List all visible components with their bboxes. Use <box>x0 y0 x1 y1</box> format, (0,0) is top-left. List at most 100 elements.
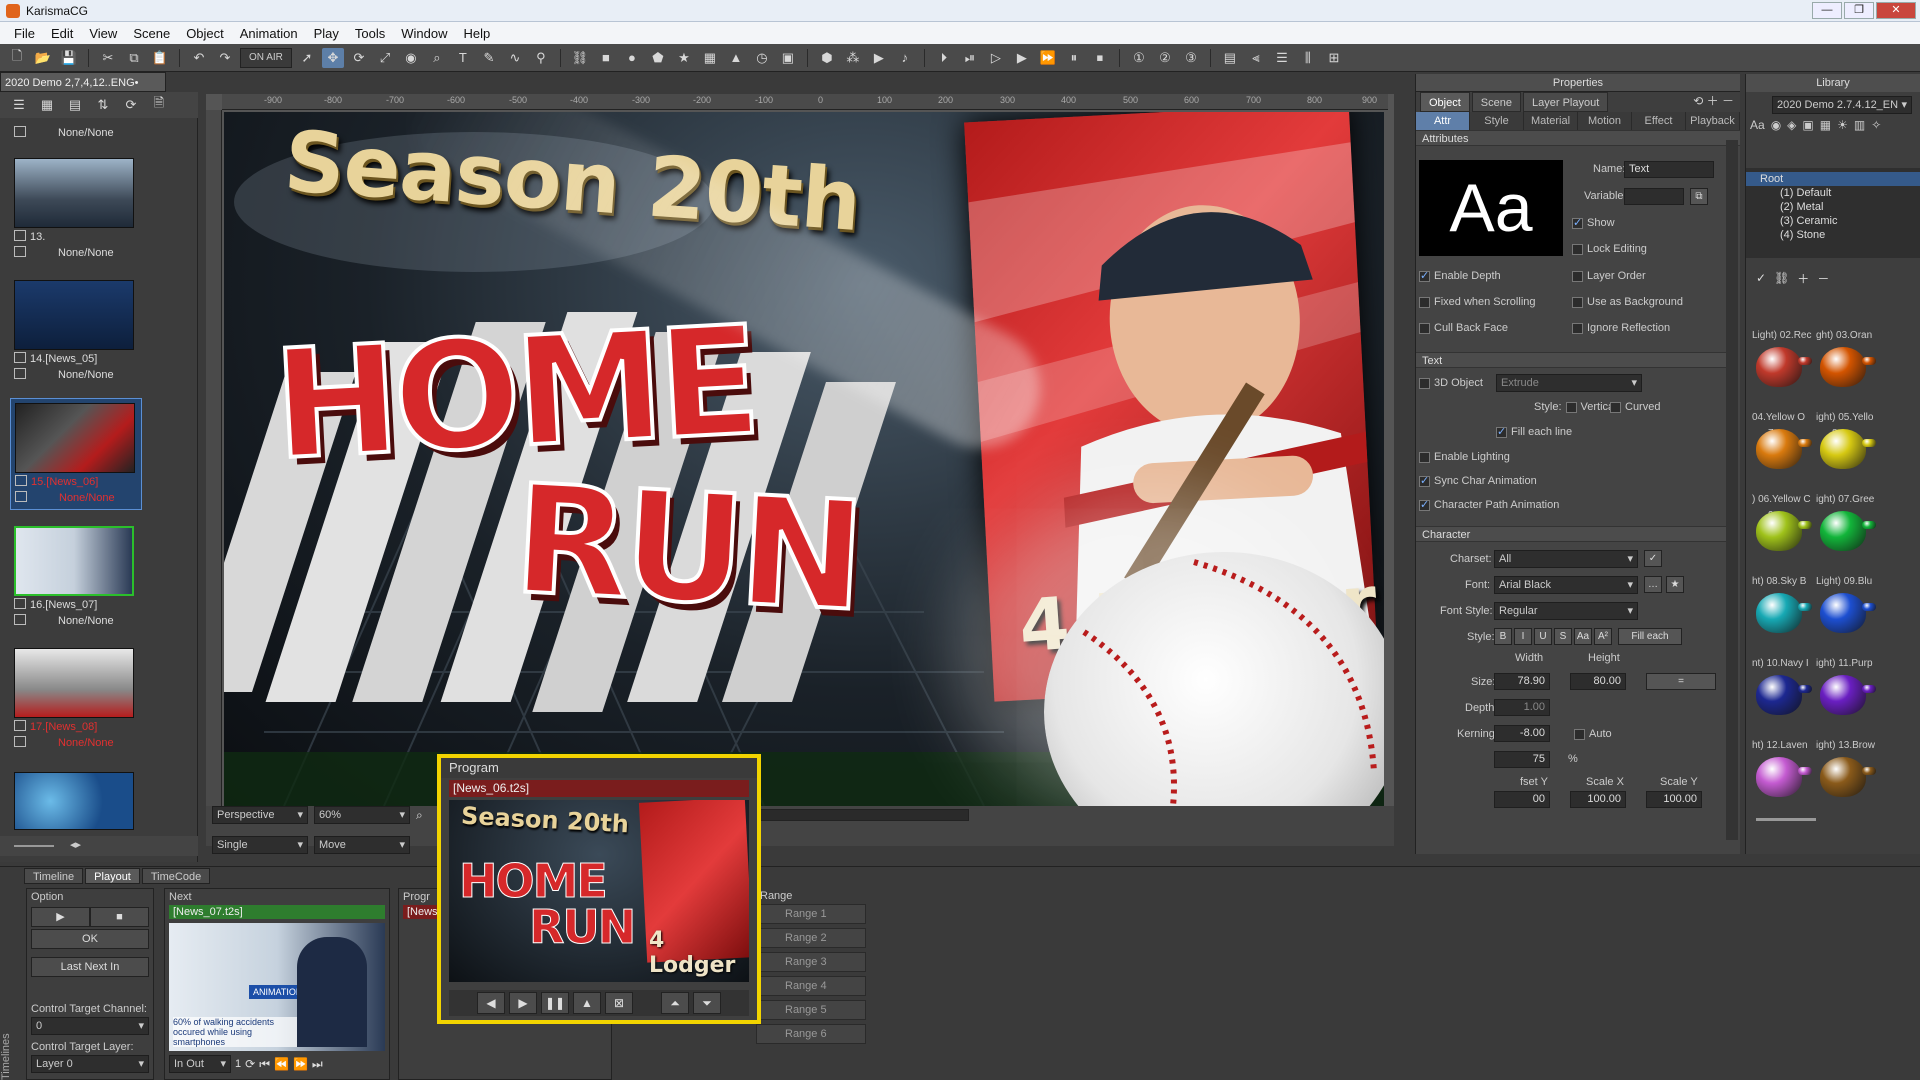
subtab-motion[interactable]: Motion <box>1578 112 1632 130</box>
extrude-select[interactable]: Extrude ▾ <box>1496 374 1642 392</box>
use-background-checkbox[interactable] <box>1572 296 1583 308</box>
vertical-checkbox[interactable] <box>1565 401 1577 413</box>
pause-icon[interactable]: ⏸ <box>1063 48 1085 68</box>
charset-select[interactable]: All ▾ <box>1494 550 1638 568</box>
rewind-icon[interactable]: ⏪ <box>274 1057 289 1071</box>
tab-object[interactable]: Object <box>1420 92 1470 112</box>
channel-1-icon[interactable]: ① <box>1128 48 1150 68</box>
cull-back-checkbox[interactable] <box>1419 322 1430 334</box>
tab-scene[interactable]: Scene <box>1471 92 1521 112</box>
undo-icon[interactable]: ↶ <box>188 48 210 68</box>
last-icon[interactable]: ⏭ <box>312 1057 323 1072</box>
film-icon[interactable]: ▣ <box>777 48 799 68</box>
layer-order-checkbox[interactable] <box>1572 270 1583 282</box>
scene-item[interactable] <box>14 772 134 830</box>
preview-play-icon[interactable]: ▷ <box>985 48 1007 68</box>
favorite-star-icon[interactable]: ★ <box>1666 576 1684 593</box>
play-icon[interactable]: ▶ <box>1011 48 1033 68</box>
material-swatch[interactable]: ight) 05.Yello8 <box>1816 412 1876 490</box>
effect-lib-icon[interactable]: ✧ <box>1871 118 1881 168</box>
play-button[interactable]: ▶ <box>31 907 90 927</box>
table-lib-icon[interactable]: ▦ <box>1820 118 1831 168</box>
kerning-field[interactable]: -8.00 <box>1494 725 1550 742</box>
forward-icon[interactable]: ⏩ <box>293 1057 308 1071</box>
list-view-icon[interactable]: ☰ <box>8 95 30 115</box>
range-6-button[interactable]: Range 6 <box>756 1024 866 1044</box>
enable-depth-checkbox[interactable] <box>1419 269 1430 282</box>
projection-select[interactable]: Perspective ▾ <box>212 806 308 824</box>
run-text[interactable]: RUN <box>508 451 865 647</box>
material-swatch[interactable]: Light) 02.Rec <box>1752 330 1812 408</box>
text-tool-icon[interactable]: T <box>452 48 474 68</box>
subtab-style[interactable]: Style <box>1470 112 1524 130</box>
menu-edit[interactable]: Edit <box>43 26 81 41</box>
panel-actions-icon[interactable]: ⟲ ＋ － <box>1693 92 1740 112</box>
tree-item-default[interactable]: (1) Default <box>1746 186 1920 200</box>
play-all-icon[interactable]: ⏩ <box>1037 48 1059 68</box>
control-target-layer-select[interactable]: Layer 0 ▾ <box>31 1055 149 1073</box>
scene-item[interactable]: 16.[News_07] None/None <box>14 526 134 628</box>
star-icon[interactable]: ★ <box>673 48 695 68</box>
polygon-icon[interactable]: ⬟ <box>647 48 669 68</box>
sort-icon[interactable]: ⇅ <box>92 95 114 115</box>
previous-icon[interactable]: ◀ <box>477 992 505 1014</box>
range-1-button[interactable]: Range 1 <box>756 904 866 924</box>
grid-view-icon[interactable]: ▦ <box>36 95 58 115</box>
range-5-button[interactable]: Range 5 <box>756 1000 866 1020</box>
font-browse-icon[interactable]: … <box>1644 576 1662 593</box>
zoom-icon[interactable]: ⌕ <box>426 48 448 68</box>
bold-button[interactable]: B <box>1494 628 1512 645</box>
variable-picker-icon[interactable]: ⧉ <box>1690 188 1708 205</box>
scene-viewport[interactable]: Season 20th HOME RUN 4 Lodger <box>224 112 1384 806</box>
zoom-icon[interactable]: ⌕ <box>416 808 423 823</box>
material-swatch[interactable]: ) 06.Yellow C9 <box>1752 494 1812 572</box>
play-icon[interactable]: ▶ <box>509 992 537 1014</box>
menu-animation[interactable]: Animation <box>232 26 306 41</box>
copy-icon[interactable]: ⧉ <box>123 48 145 68</box>
scene-item[interactable]: 14.[News_05] None/None <box>14 280 134 382</box>
channel-2-icon[interactable]: ② <box>1154 48 1176 68</box>
chart-lib-icon[interactable]: ▥ <box>1854 118 1865 168</box>
thumbnail-size-slider[interactable] <box>1756 818 1816 821</box>
image-lib-icon[interactable]: ▣ <box>1802 118 1813 168</box>
on-air-button[interactable]: ON AIR <box>240 47 292 68</box>
circle-icon[interactable]: ● <box>621 48 643 68</box>
take-in-icon[interactable]: ▲ <box>573 992 601 1014</box>
rectangle-icon[interactable]: ■ <box>595 48 617 68</box>
scale-x-field[interactable]: 100.00 <box>1570 791 1626 808</box>
tree-item-metal[interactable]: (2) Metal <box>1746 200 1920 214</box>
variable-field[interactable] <box>1624 188 1684 205</box>
case-button[interactable]: Aa <box>1574 628 1592 645</box>
align-icon[interactable]: ▤ <box>1219 48 1241 68</box>
camera-icon[interactable]: ◉ <box>400 48 422 68</box>
apply-check-icon[interactable]: ✓ <box>1756 271 1766 285</box>
menu-object[interactable]: Object <box>178 26 232 41</box>
last-next-in-button[interactable]: Last Next In <box>31 957 149 977</box>
shape-lib-icon[interactable]: ◈ <box>1787 118 1796 168</box>
text-section-header[interactable]: Text <box>1416 352 1726 368</box>
maximize-button[interactable]: ❐ <box>1844 2 1874 19</box>
curve-icon[interactable]: ∿ <box>504 48 526 68</box>
scene-item[interactable]: 13. None/None <box>14 158 134 260</box>
fill-each-button[interactable]: Fill each <box>1618 628 1682 645</box>
material-swatch[interactable]: ht) 08.Sky B <box>1752 576 1812 654</box>
italic-button[interactable]: I <box>1514 628 1532 645</box>
refresh-icon[interactable]: ⟳ <box>120 95 142 115</box>
light-lib-icon[interactable]: ☀ <box>1837 118 1848 168</box>
in-out-select[interactable]: In Out ▾ <box>169 1055 231 1073</box>
tree-root[interactable]: Root <box>1746 172 1920 186</box>
fixed-scrolling-checkbox[interactable] <box>1419 296 1430 308</box>
menu-file[interactable]: File <box>6 26 43 41</box>
tab-playout[interactable]: Playout <box>85 868 140 884</box>
clock-icon[interactable]: ◷ <box>751 48 773 68</box>
distribute-icon[interactable]: ☰ <box>1271 48 1293 68</box>
size-height-field[interactable]: 80.00 <box>1570 673 1626 690</box>
document-icon[interactable]: 🗎 <box>148 95 170 115</box>
tab-timecode[interactable]: TimeCode <box>141 868 211 884</box>
scale-y-field[interactable]: 100.00 <box>1646 791 1702 808</box>
range-3-button[interactable]: Range 3 <box>756 952 866 972</box>
material-swatch[interactable]: 04.Yellow O7 <box>1752 412 1812 490</box>
tab-layer-playout[interactable]: Layer Playout <box>1523 92 1609 112</box>
subtab-material[interactable]: Material <box>1524 112 1578 130</box>
link-icon[interactable]: ⛓ <box>569 48 591 68</box>
